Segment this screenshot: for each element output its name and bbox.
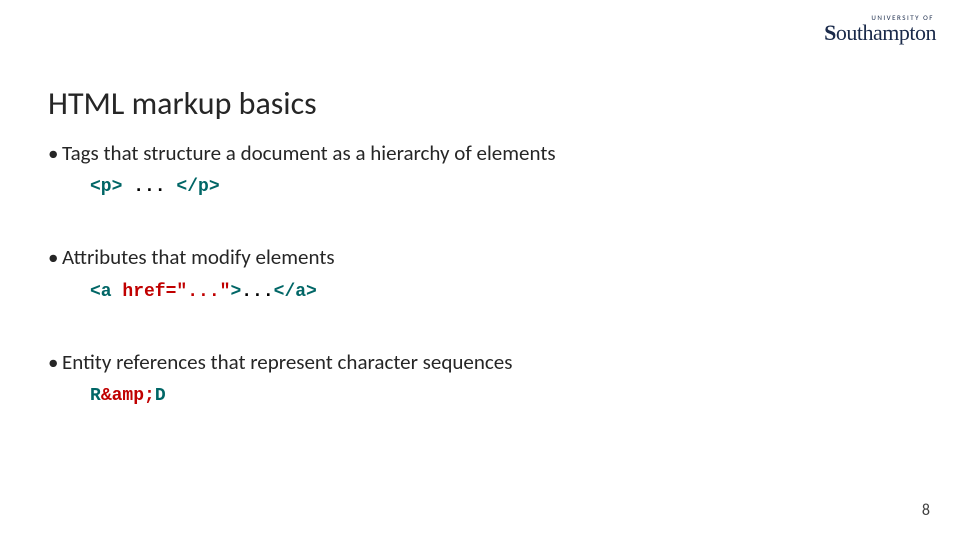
code-token-close-tag: </a> — [274, 282, 317, 302]
slide: UNIVERSITY OF Southampton HTML markup ba… — [0, 0, 960, 540]
logo-word-initial: S — [824, 20, 836, 45]
code-token-close-tag: </p> — [176, 177, 219, 197]
bullet-text: •Entity references that represent charac… — [48, 349, 912, 376]
code-sample: <p> ... </p> — [90, 175, 912, 200]
code-token-attribute: href="..." — [122, 282, 230, 302]
bullet-label: Tags that structure a document as a hier… — [62, 140, 556, 166]
bullet-dot-icon: • — [48, 140, 62, 167]
page-number: 8 — [922, 501, 930, 520]
bullet-item: •Entity references that represent charac… — [48, 349, 912, 409]
code-token-open-tag: <a — [90, 282, 122, 302]
code-token-r: R — [90, 386, 101, 406]
bullet-item: •Tags that structure a document as a hie… — [48, 140, 912, 200]
bullet-dot-icon: • — [48, 244, 62, 271]
bullet-text: •Attributes that modify elements — [48, 244, 912, 271]
code-token-entity: &amp; — [101, 386, 155, 406]
bullet-label: Attributes that modify elements — [62, 244, 335, 270]
code-token-after-attr: > — [230, 282, 241, 302]
bullet-label: Entity references that represent charact… — [62, 349, 512, 375]
slide-title: HTML markup basics — [48, 84, 317, 123]
code-token-ellipsis: ... — [241, 282, 273, 302]
bullet-dot-icon: • — [48, 349, 62, 376]
code-sample: <a href="...">...</a> — [90, 280, 912, 305]
code-sample: R&amp;D — [90, 384, 912, 409]
code-token-open-tag: <p> — [90, 177, 122, 197]
code-token-ellipsis: ... — [122, 177, 176, 197]
slide-body: •Tags that structure a document as a hie… — [48, 140, 912, 453]
university-logo: UNIVERSITY OF Southampton — [824, 14, 936, 44]
bullet-item: •Attributes that modify elements <a href… — [48, 244, 912, 304]
logo-word-rest: outhampton — [836, 20, 936, 45]
logo-word: Southampton — [824, 22, 936, 44]
code-token-d: D — [155, 386, 166, 406]
bullet-text: •Tags that structure a document as a hie… — [48, 140, 912, 167]
